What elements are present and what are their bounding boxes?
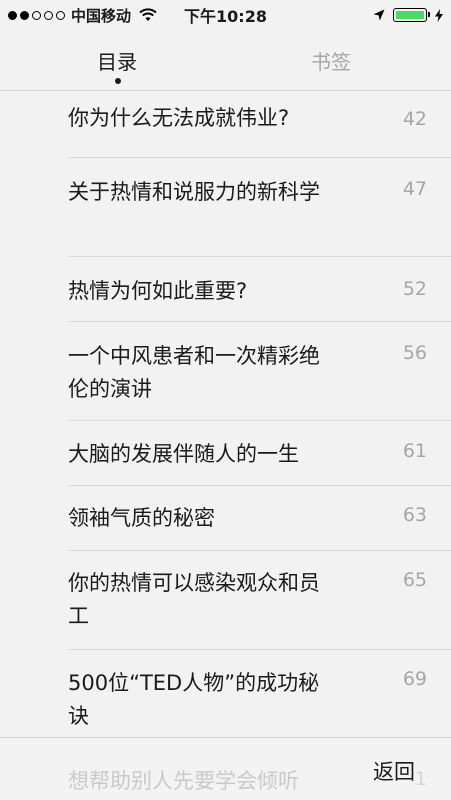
toc-item-title: 热情为何如此重要? — [68, 279, 248, 303]
toc-item[interactable]: 一个中风患者和一次精彩绝伦的演讲 56 — [68, 322, 451, 421]
toc-item-title: 领袖气质的秘密 — [68, 506, 215, 530]
bottom-bar: 想帮助别人先要学会倾听 1 返回 — [0, 737, 451, 800]
tab-bookmarks[interactable]: 书签 — [311, 46, 351, 75]
toc-item[interactable]: 领袖气质的秘密 63 — [68, 486, 451, 551]
toc-item-title: 你的热情可以感染观众和员工 — [68, 571, 320, 628]
toc-item-title: 一个中风患者和一次精彩绝伦的演讲 — [68, 344, 320, 401]
tab-bar: 目录 书签 — [0, 30, 451, 90]
toc-item-page: 61 — [402, 440, 427, 462]
toc-item-page: 52 — [402, 278, 427, 300]
toc-item-title: 关于热情和说服力的新科学 — [68, 180, 320, 204]
toc-item-title-partial: 想帮助别人先要学会倾听 — [68, 769, 299, 793]
toc-item[interactable]: 你的热情可以感染观众和员工 65 — [68, 551, 451, 650]
status-bar: 中国移动 下午10:28 — [0, 0, 451, 30]
toc-item[interactable]: 关于热情和说服力的新科学 47 — [68, 158, 451, 257]
toc-item-page: 69 — [402, 668, 427, 690]
toc-item-title: 大脑的发展伴随人的一生 — [68, 442, 299, 466]
toc-item-page: 42 — [402, 108, 427, 130]
toc-item-title: 500位“TED人物”的成功秘诀 — [68, 671, 320, 728]
active-tab-indicator — [115, 78, 121, 84]
battery-icon — [393, 8, 430, 22]
toc-item-page: 63 — [402, 504, 427, 526]
charging-bolt-icon — [435, 8, 443, 22]
toc-item-page: 47 — [402, 178, 427, 200]
toc-list: 你为什么无法成就伟业? 42 关于热情和说服力的新科学 47 热情为何如此重要?… — [0, 91, 451, 737]
toc-item[interactable]: 你为什么无法成就伟业? 42 — [68, 91, 451, 158]
toc-item-title: 你为什么无法成就伟业? — [68, 106, 290, 130]
tab-table-of-contents[interactable]: 目录 — [97, 46, 137, 75]
toc-item-page: 56 — [402, 342, 427, 364]
toc-item-page: 65 — [402, 569, 427, 591]
location-arrow-icon — [373, 9, 385, 21]
status-right — [373, 0, 443, 30]
toc-item[interactable]: 热情为何如此重要? 52 — [68, 257, 451, 322]
toc-item-page-partial: 1 — [414, 768, 427, 790]
toc-item[interactable]: 500位“TED人物”的成功秘诀 69 — [68, 650, 451, 737]
back-button[interactable]: 返回 — [373, 756, 415, 786]
toc-item[interactable]: 大脑的发展伴随人的一生 61 — [68, 421, 451, 486]
